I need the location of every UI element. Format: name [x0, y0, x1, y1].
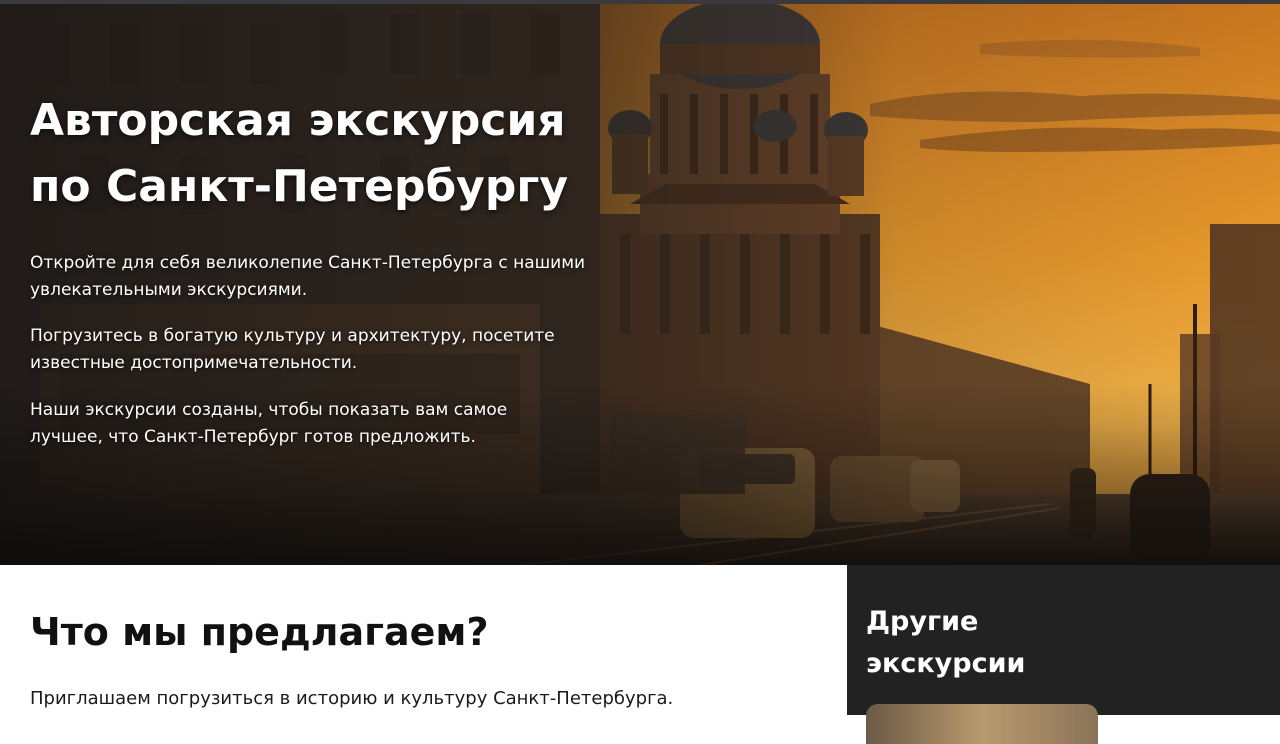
offer-section: Что мы предлагаем? Приглашаем погрузитьс…	[0, 565, 847, 715]
tour-card-image[interactable]	[866, 704, 1098, 744]
hero-title-line-1: Авторская экскурсия	[30, 95, 566, 146]
hero-paragraph-3: Наши экскурсии созданы, чтобы показать в…	[30, 397, 650, 451]
hero-section: Авторская экскурсия по Санкт-Петербургу …	[0, 4, 1280, 565]
hero-title-line-2: по Санкт-Петербургу	[30, 161, 569, 212]
other-tours-title-line-2: экскурсии	[866, 648, 1026, 679]
other-tours-title: Другие экскурсии	[866, 601, 1025, 685]
offer-text: Приглашаем погрузиться в историю и культ…	[30, 688, 674, 709]
hero-paragraph-2: Погрузитесь в богатую культуру и архитек…	[30, 323, 650, 377]
hero-paragraph-1-line-1: Откройте для себя великолепие Санкт-Пете…	[30, 253, 586, 273]
hero-paragraph-2-line-1: Погрузитесь в богатую культуру и архитек…	[30, 326, 555, 346]
offer-title: Что мы предлагаем?	[30, 610, 489, 654]
hero-paragraph-1: Откройте для себя великолепие Санкт-Пете…	[30, 250, 650, 304]
hero-title: Авторская экскурсия по Санкт-Петербургу	[30, 88, 650, 220]
hero-paragraph-3-line-1: Наши экскурсии созданы, чтобы показать в…	[30, 400, 508, 420]
other-tours-sidebar: Другие экскурсии	[847, 565, 1280, 744]
hero-paragraph-1-line-2: увлекательными экскурсиями.	[30, 280, 308, 300]
hero-paragraph-2-line-2: известные достопримечательности.	[30, 353, 358, 373]
other-tours-title-line-1: Другие	[866, 606, 979, 637]
hero-paragraph-3-line-2: лучшее, что Санкт-Петербург готов предло…	[30, 427, 476, 447]
hero-content: Авторская экскурсия по Санкт-Петербургу …	[30, 88, 650, 451]
